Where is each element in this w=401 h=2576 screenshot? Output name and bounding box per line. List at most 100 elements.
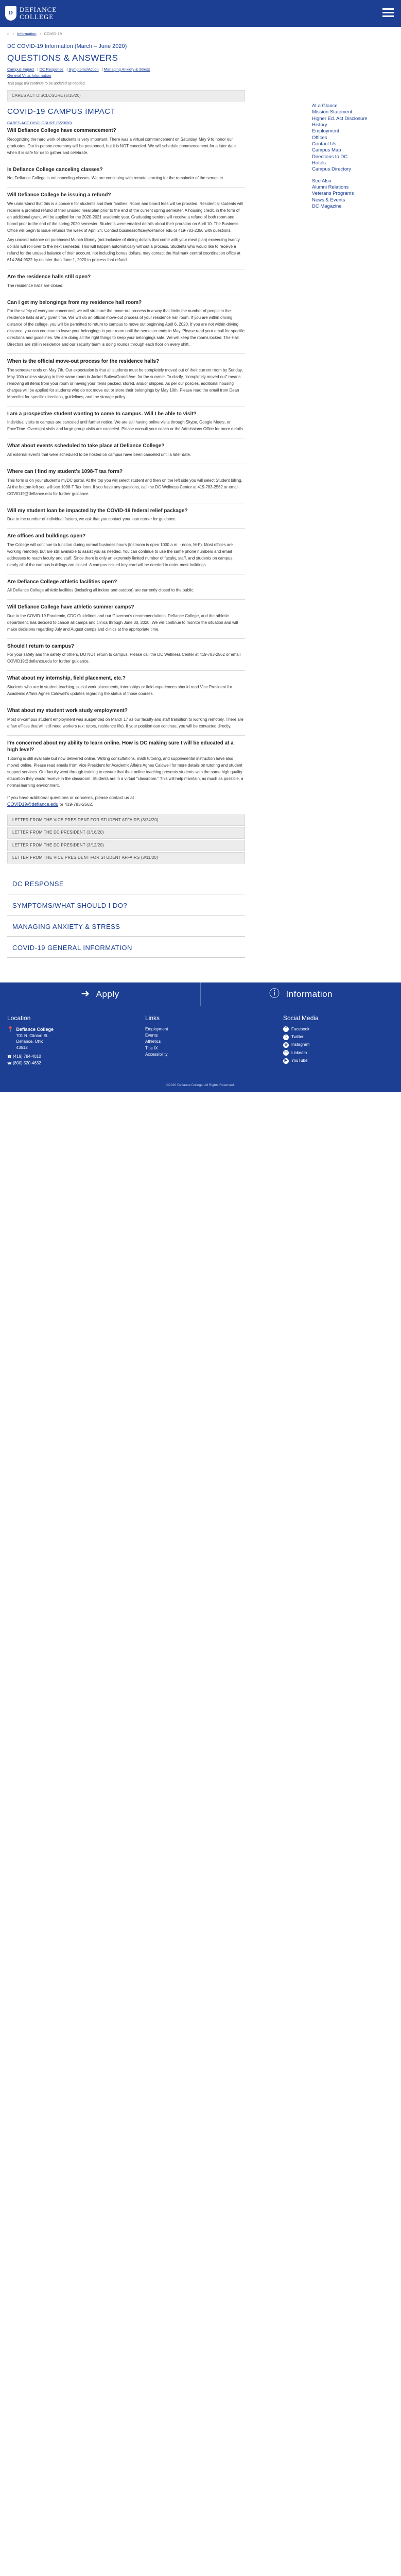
sidebar-link[interactable]: DC Magazine bbox=[312, 204, 392, 210]
sidebar-link[interactable]: News & Events bbox=[312, 197, 392, 204]
sidebar-link[interactable]: Contact Us bbox=[312, 141, 392, 147]
breadcrumb-information[interactable]: Information bbox=[17, 31, 37, 36]
logo-shield-icon: D bbox=[5, 6, 16, 21]
college-logo[interactable]: D Defiance College bbox=[5, 4, 77, 23]
divider bbox=[7, 353, 245, 354]
cares-act-disclosure-link[interactable]: CARES ACT DISCLOSURE (6/23/20) bbox=[7, 120, 245, 126]
phone-link[interactable]: (419) 784-4010 bbox=[13, 1054, 41, 1059]
social-label: Facebook bbox=[291, 1026, 310, 1031]
youtube-icon: ▶ bbox=[283, 1058, 289, 1064]
social-link-twitter[interactable]: t Twitter bbox=[283, 1034, 386, 1040]
sidebar-link[interactable]: Offices bbox=[312, 135, 392, 141]
footer-social: Social Media f Facebook t Twitter ◎ Instagram… bbox=[283, 1013, 386, 1066]
link-managing-anxiety[interactable]: Managing Anxiety & Stress bbox=[104, 67, 150, 72]
sidebar-link[interactable]: Veterans Programs bbox=[312, 191, 392, 197]
contact-email-link[interactable]: COVID19@defiance.edu bbox=[7, 802, 58, 807]
divider bbox=[7, 670, 245, 671]
sidebar-link[interactable]: Alumni Relations bbox=[312, 184, 392, 191]
sidebar-link[interactable]: See Also bbox=[312, 178, 392, 184]
social-link-instagram[interactable]: ◎ Instagram bbox=[283, 1042, 386, 1048]
footer-link[interactable]: Athletics bbox=[145, 1039, 283, 1045]
qa-question: What about events scheduled to take plac… bbox=[7, 443, 165, 449]
qa-item: Is Defiance College canceling classes? No… bbox=[7, 166, 245, 182]
qa-question: When is the official move-out process fo… bbox=[7, 359, 160, 365]
sidebar-link[interactable]: Employment bbox=[312, 128, 392, 134]
copyright: ©2020 Defiance College. All Rights Reser… bbox=[166, 1083, 235, 1087]
qa-answer: Recognizing the hard work of students is… bbox=[7, 137, 236, 155]
contact-note: If you have additional questions or conc… bbox=[7, 794, 134, 807]
sidebar-link[interactable]: At a Glance bbox=[312, 103, 392, 109]
qa-question: Are Defiance College athletic facilities… bbox=[7, 579, 117, 585]
sidebar-link[interactable]: Campus Directory bbox=[312, 166, 392, 173]
qa-item: Are Defiance College athletic facilities… bbox=[7, 579, 245, 594]
qa-item: When is the official move-out process fo… bbox=[7, 358, 245, 400]
qa-question: Will Defiance College have commencement? bbox=[7, 128, 116, 134]
footer-link[interactable]: Accessibility bbox=[145, 1052, 283, 1058]
phone-icon: ☎ bbox=[7, 1055, 12, 1059]
qa-question: Should I return to campus? bbox=[7, 643, 75, 649]
qa-question: I'm concerned about my ability to learn … bbox=[7, 740, 234, 753]
footer-link[interactable]: Employment bbox=[145, 1026, 283, 1032]
cares-act-disclosure-accordion[interactable]: CARES ACT DISCLOSURE (5/15/20) bbox=[7, 90, 245, 102]
main-content: ⌂ › Information › COVID-19 DC COVID-19 I… bbox=[7, 27, 249, 958]
qa-item: Where can I find my student's 1098-T tax… bbox=[7, 468, 245, 497]
section-accordion: DC RESPONSE SYMPTOMS/WHAT SHOULD I DO? M… bbox=[7, 873, 245, 958]
sidebar-link[interactable]: Campus Map bbox=[312, 147, 392, 154]
qa-item: What about my internship, field placemen… bbox=[7, 675, 245, 697]
social-link-facebook[interactable]: f Facebook bbox=[283, 1026, 386, 1032]
letter-accordion-item[interactable]: LETTER FROM THE VICE PRESIDENT FOR STUDE… bbox=[7, 852, 245, 864]
page-pretitle: DC COVID-19 Information (March – June 20… bbox=[7, 43, 127, 49]
qa-answer: For the safety of everyone concerned, we… bbox=[7, 309, 245, 347]
qa-question: What about my student work study employm… bbox=[7, 708, 128, 714]
apply-button[interactable]: ➜ Apply bbox=[0, 982, 201, 1006]
section-managing-anxiety[interactable]: MANAGING ANXIETY & STRESS bbox=[7, 916, 245, 937]
section-title: COVID-19 CAMPUS IMPACT bbox=[7, 107, 116, 116]
breadcrumb-home-icon[interactable]: ⌂ bbox=[7, 31, 10, 36]
sidebar-link[interactable]: History bbox=[312, 122, 392, 128]
sidebar-link[interactable]: Directions to DC bbox=[312, 154, 392, 160]
letter-accordion-item[interactable]: LETTER FROM THE VICE PRESIDENT FOR STUDE… bbox=[7, 814, 245, 826]
qa-answer: This form is on your student's myDC port… bbox=[7, 478, 242, 496]
section-symptoms[interactable]: SYMPTOMS/WHAT SHOULD I DO? bbox=[7, 894, 245, 916]
qa-answer: The residence halls are closed. bbox=[7, 283, 64, 288]
social-label: Twitter bbox=[291, 1034, 304, 1039]
phone-link[interactable]: (800) 520-4632 bbox=[13, 1061, 41, 1065]
hamburger-menu-icon[interactable] bbox=[382, 8, 394, 18]
social-link-linkedin[interactable]: in LinkedIn bbox=[283, 1050, 386, 1056]
qa-item: Will Defiance College have athletic summ… bbox=[7, 604, 245, 633]
cta-bar: ➜ Apply ⓘ Information bbox=[0, 982, 401, 1006]
link-dc-response[interactable]: DC Response bbox=[40, 67, 64, 72]
footer-link[interactable]: Events bbox=[145, 1032, 283, 1039]
footer-links: Links Employment Events Athletics Title IX A… bbox=[145, 1013, 283, 1066]
phone-icon: ☎ bbox=[7, 1061, 12, 1065]
sidebar-link[interactable]: Mission Statement bbox=[312, 109, 392, 115]
qa-question: Can I get my belongings from my residenc… bbox=[7, 299, 142, 306]
footer-location: Location 📍 Defiance College 701 N. Clint… bbox=[7, 1013, 145, 1066]
sidebar-link[interactable]: Higher Ed. Act Disclosure bbox=[312, 116, 392, 122]
social-label: YouTube bbox=[291, 1058, 308, 1063]
letter-accordion-item[interactable]: LETTER FROM THE DC PRESIDENT (3/16/20) bbox=[7, 827, 245, 839]
twitter-icon: t bbox=[283, 1034, 289, 1040]
letters-accordion: LETTER FROM THE VICE PRESIDENT FOR STUDE… bbox=[7, 814, 245, 864]
facebook-icon: f bbox=[283, 1026, 289, 1032]
social-link-youtube[interactable]: ▶ YouTube bbox=[283, 1058, 386, 1064]
section-general-info[interactable]: COVID-19 GENERAL INFORMATION bbox=[7, 937, 245, 958]
link-symptoms-action[interactable]: Symptoms/Action bbox=[68, 67, 98, 72]
page-title: QUESTIONS & ANSWERS bbox=[7, 53, 118, 63]
section-dc-response[interactable]: DC RESPONSE bbox=[7, 873, 245, 894]
link-general-virus-info[interactable]: General Virus Information bbox=[7, 73, 51, 78]
qa-question: Where can I find my student's 1098-T tax… bbox=[7, 469, 123, 474]
qa-list: Will Defiance College have commencement?… bbox=[7, 127, 245, 789]
qa-item: Are the residence halls still open? The r… bbox=[7, 274, 245, 289]
social-label: LinkedIn bbox=[291, 1050, 307, 1055]
link-campus-impact[interactable]: Campus Impact bbox=[7, 67, 34, 72]
information-button[interactable]: ⓘ Information bbox=[201, 982, 401, 1006]
divider bbox=[7, 528, 245, 529]
sidebar-link[interactable]: Hotels bbox=[312, 160, 392, 166]
logo-text-line2: College bbox=[20, 13, 54, 21]
divider bbox=[7, 187, 245, 188]
logo-text-line1: Defiance bbox=[20, 6, 57, 14]
site-footer: Location 📍 Defiance College 701 N. Clint… bbox=[0, 1006, 401, 1092]
footer-link[interactable]: Title IX bbox=[145, 1045, 283, 1052]
letter-accordion-item[interactable]: LETTER FROM THE DC PRESIDENT (3/12/20) bbox=[7, 839, 245, 851]
